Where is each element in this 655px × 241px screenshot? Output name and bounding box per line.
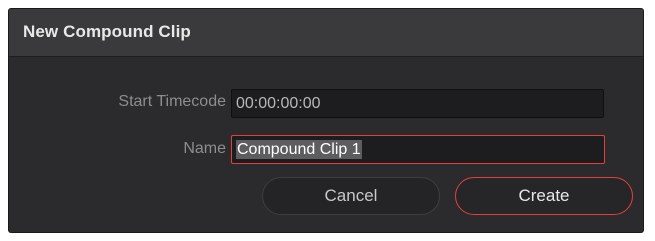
start-timecode-label: Start Timecode: [118, 93, 226, 110]
name-field-selected-text: Compound Clip 1: [236, 140, 362, 159]
name-field[interactable]: Compound Clip 1: [231, 135, 605, 164]
name-label: Name: [183, 140, 226, 157]
cancel-button[interactable]: Cancel: [262, 177, 440, 215]
create-button[interactable]: Create: [455, 177, 633, 215]
start-timecode-field[interactable]: 00:00:00:00: [231, 89, 604, 118]
dialog-title: New Compound Clip: [23, 22, 191, 41]
dialog-titlebar[interactable]: New Compound Clip: [9, 9, 643, 57]
new-compound-clip-dialog: New Compound Clip Start Timecode 00:00:0…: [9, 9, 643, 232]
